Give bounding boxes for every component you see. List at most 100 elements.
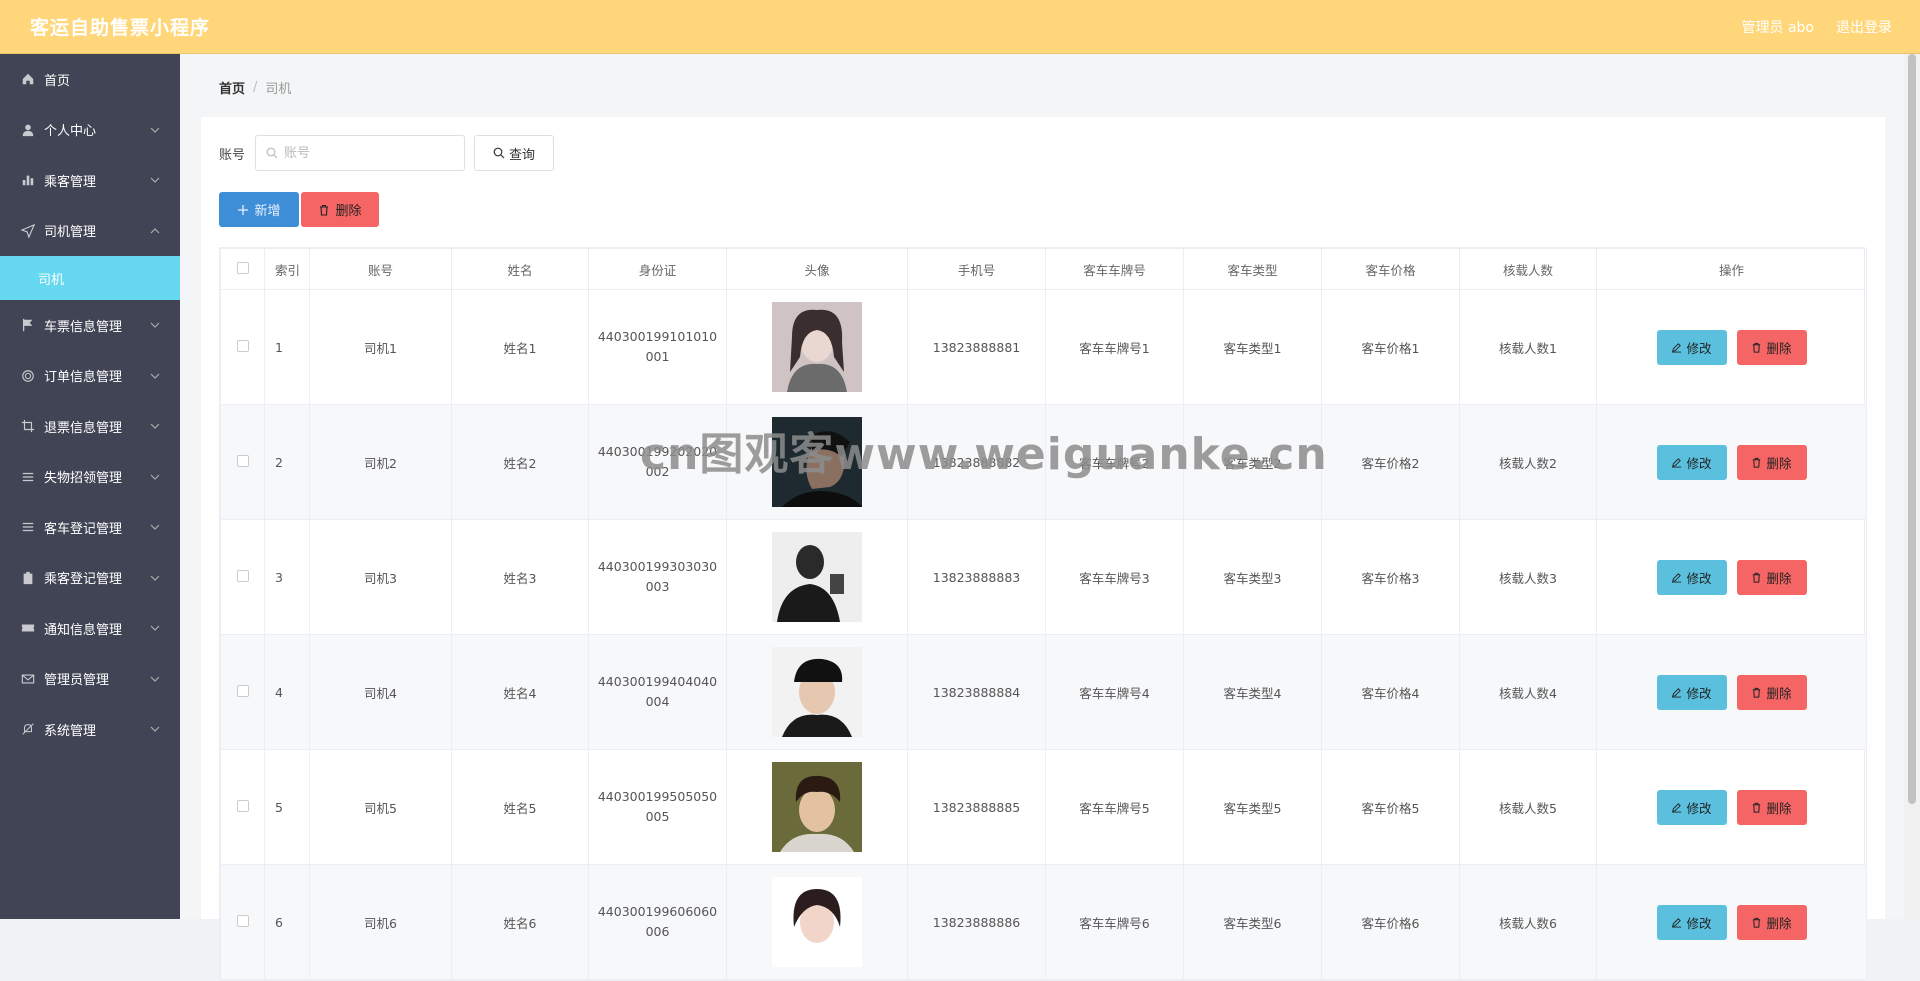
edit-icon [1672, 572, 1682, 583]
avatar[interactable] [772, 762, 862, 852]
search-input[interactable] [284, 145, 445, 161]
header-index: 索引 [264, 248, 310, 290]
cell-plate: 客车车牌号6 [1045, 864, 1184, 980]
edit-button[interactable]: 修改 [1656, 329, 1727, 365]
edit-button[interactable]: 修改 [1656, 674, 1727, 710]
cell-name: 姓名3 [451, 519, 589, 635]
sidebar-item-admins[interactable]: 管理员管理 [0, 654, 180, 705]
cell-plate: 客车车牌号1 [1045, 289, 1184, 405]
delete-button[interactable]: 删除 [1736, 329, 1807, 365]
mail-icon [20, 671, 36, 687]
sidebar-item-notices[interactable]: 通知信息管理 [0, 603, 180, 654]
delete-button[interactable]: 删除 [1736, 444, 1807, 480]
delete-button[interactable]: 删除 [1736, 559, 1807, 595]
batch-delete-label: 删除 [335, 204, 362, 219]
cell-phone: 13823888881 [907, 289, 1046, 405]
edit-button[interactable]: 修改 [1656, 789, 1727, 825]
logout-button[interactable]: 退出登录 [1836, 17, 1892, 37]
avatar[interactable] [772, 647, 862, 737]
sidebar-item-bus-registry[interactable]: 客车登记管理 [0, 502, 180, 553]
sidebar-item-orders[interactable]: 订单信息管理 [0, 351, 180, 402]
cell-avatar [726, 749, 908, 865]
cell-operations: 修改 删除 [1596, 864, 1867, 980]
sidebar-item-label: 管理员管理 [44, 673, 110, 689]
sidebar-item-label: 客车登记管理 [44, 521, 123, 537]
bell-off-icon [20, 721, 36, 737]
sidebar-item-tickets[interactable]: 车票信息管理 [0, 300, 180, 351]
edit-icon [1672, 687, 1682, 698]
add-button[interactable]: 新增 [219, 192, 299, 227]
send-icon [20, 223, 36, 239]
row-checkbox[interactable] [236, 684, 249, 697]
cell-avatar [726, 404, 908, 520]
avatar[interactable] [772, 302, 862, 392]
row-checkbox[interactable] [236, 569, 249, 582]
chevron-down-icon [150, 177, 160, 184]
query-button-label: 查询 [509, 147, 536, 163]
sidebar-item-profile[interactable]: 个人中心 [0, 105, 180, 156]
header-capacity: 核载人数 [1459, 248, 1597, 290]
search-row: 账号 查询 [219, 135, 555, 171]
edit-button[interactable]: 修改 [1656, 904, 1727, 940]
query-button[interactable]: 查询 [474, 135, 555, 171]
cell-bus-type: 客车类型2 [1183, 404, 1322, 520]
cell-name: 姓名1 [451, 289, 589, 405]
breadcrumb-home[interactable]: 首页 [219, 78, 245, 97]
delete-button[interactable]: 删除 [1736, 674, 1807, 710]
delete-button[interactable]: 删除 [1736, 789, 1807, 825]
header-name: 姓名 [451, 248, 589, 290]
avatar[interactable] [772, 532, 862, 622]
sidebar-item-passenger-registry[interactable]: 乘客登记管理 [0, 553, 180, 604]
cell-price: 客车价格2 [1321, 404, 1460, 520]
action-buttons: 新增 删除 [219, 192, 379, 227]
batch-delete-button[interactable]: 删除 [301, 192, 379, 227]
admin-user[interactable]: 管理员 abo [1742, 17, 1814, 37]
cell-account: 司机2 [309, 404, 452, 520]
edit-button[interactable]: 修改 [1656, 444, 1727, 480]
content-card: 账号 查询 新增 删除 [201, 117, 1885, 981]
sidebar-item-system[interactable]: 系统管理 [0, 704, 180, 755]
breadcrumb-current: 司机 [265, 82, 292, 97]
table-row: 3 司机3 姓名3 440300199303030003 13823888883… [220, 519, 1867, 635]
chevron-down-icon [150, 127, 160, 133]
edit-button[interactable]: 修改 [1656, 559, 1727, 595]
sidebar-item-passengers[interactable]: 乘客管理 [0, 155, 180, 206]
cell-name: 姓名2 [451, 404, 589, 520]
sidebar-item-label: 乘客管理 [44, 174, 97, 190]
sidebar-item-label: 失物招领管理 [44, 471, 123, 487]
cell-phone: 13823888882 [907, 404, 1046, 520]
row-checkbox[interactable] [236, 339, 249, 352]
select-all-checkbox[interactable] [236, 261, 249, 274]
header-select-all[interactable] [220, 248, 265, 290]
cell-id-card: 440300199606060006 [588, 864, 727, 980]
breadcrumb: 首页 / 司机 [219, 78, 291, 97]
page-scrollbar[interactable] [1904, 54, 1920, 919]
cell-operations: 修改 删除 [1596, 519, 1867, 635]
avatar[interactable] [772, 417, 862, 507]
crop-icon [20, 418, 36, 434]
trash-icon [1753, 687, 1761, 698]
sidebar-item-lost-found[interactable]: 失物招领管理 [0, 452, 180, 503]
chevron-down-icon [150, 474, 160, 480]
sidebar-item-refunds[interactable]: 退票信息管理 [0, 401, 180, 452]
driver-table: 索引 账号 姓名 身份证 头像 手机号 客车车牌号 客车类型 客车价格 核载人数… [219, 247, 1867, 981]
sidebar-item-home[interactable]: 首页 [0, 54, 180, 105]
sidebar-subitem-driver[interactable]: 司机 [0, 256, 180, 300]
cell-id-card: 440300199404040004 [588, 634, 727, 750]
scrollbar-thumb[interactable] [1908, 54, 1916, 804]
row-checkbox[interactable] [236, 454, 249, 467]
delete-button[interactable]: 删除 [1736, 904, 1807, 940]
trash-icon [1753, 572, 1761, 583]
row-checkbox[interactable] [236, 914, 249, 927]
top-bar: 客运自助售票小程序 管理员 abo 退出登录 [0, 0, 1920, 54]
header-phone: 手机号 [907, 248, 1046, 290]
avatar[interactable] [772, 877, 862, 967]
header-bus-type: 客车类型 [1183, 248, 1322, 290]
search-field[interactable] [255, 135, 466, 171]
row-checkbox[interactable] [236, 799, 249, 812]
delete-label: 删除 [1766, 340, 1792, 356]
cell-capacity: 核载人数1 [1459, 289, 1597, 405]
cell-account: 司机6 [309, 864, 452, 980]
sidebar-item-drivers[interactable]: 司机管理 [0, 206, 180, 257]
sidebar: 首页 个人中心 乘客管理 司机管理 司机 车票信息管理 订单信息管理 退票信息管… [0, 54, 180, 919]
